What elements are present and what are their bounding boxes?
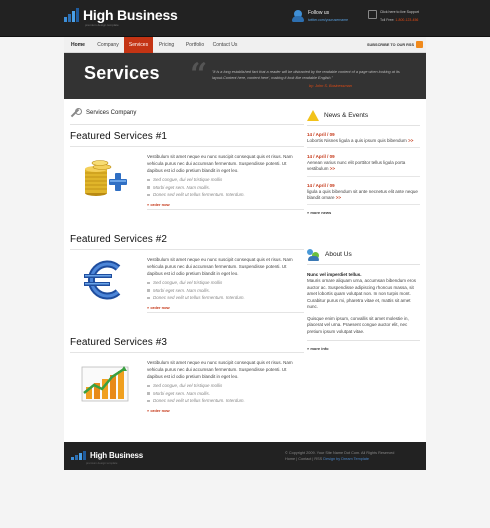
news-text: Aenean varius nunc elit porttitor tellus…	[307, 160, 406, 172]
about-text: Mauris ornare aliquam urna, accumsan bib…	[307, 278, 417, 309]
more-info-link[interactable]: » more info	[307, 346, 420, 351]
list-item: Morbi eget sem. Nam mollis.	[147, 184, 297, 192]
people-icon	[307, 248, 320, 261]
service-features: Sed congue, dui vel tristique mollis Mor…	[147, 382, 297, 405]
nav-services[interactable]: Services	[124, 37, 153, 53]
divider	[307, 264, 420, 265]
footer-logo[interactable]: High Business	[71, 451, 143, 460]
logo-tagline: premium design template	[85, 23, 119, 27]
service-features: Sed congue, dui vel tristique mollis Mor…	[147, 176, 297, 199]
logo-bars-icon	[64, 8, 79, 22]
news-events-panel: News & Events 14 / April / 09 Lobortis N…	[307, 108, 420, 215]
quote-author: by: John S. Businessman	[309, 84, 352, 88]
list-item: Sed congue, dui vel tristique mollis	[147, 176, 297, 184]
about-subtitle: Nunc vel imperdiet tellus.	[307, 272, 362, 277]
divider	[307, 340, 420, 341]
page-banner: Services “ "It is a long established fac…	[64, 53, 426, 99]
service-description: Vestibulum sit amet neque eu nunc suscip…	[147, 154, 293, 173]
service-title: Featured Services #3	[70, 337, 168, 348]
news-date: 14 / April / 09	[307, 182, 335, 188]
rss-subscribe-link[interactable]: SUBSCRIBE TO OUR RSS	[367, 37, 414, 53]
service-title: Featured Services #2	[70, 234, 168, 245]
divider	[70, 124, 304, 125]
nav-pricing[interactable]: Pricing	[153, 37, 180, 53]
news-heading: News & Events	[307, 108, 420, 122]
gold-coins-plus-icon	[85, 160, 127, 196]
service-block-2: Featured Services #2 Vestibulum sit amet…	[70, 234, 304, 313]
divider	[147, 209, 304, 210]
list-item: Sed congue, dui vel tristique mollis	[147, 279, 297, 287]
news-item[interactable]: 14 / April / 09 Lobortis Nisnes ligula a…	[307, 126, 420, 149]
footer-nav-links[interactable]: Home | Contact | RSS	[285, 457, 322, 461]
order-now-link[interactable]: » order now	[147, 202, 170, 207]
news-item[interactable]: 14 / April / 09 ligula a quis bibendum s…	[307, 177, 420, 206]
list-item: Donec sed velit ut tellus fermentum. Int…	[147, 397, 297, 405]
order-now-link[interactable]: » order now	[147, 408, 170, 413]
about-panel: About Us Nunc vel imperdiet tellus. Maur…	[307, 247, 420, 351]
section-heading: Services Company	[70, 108, 136, 118]
euro-icon	[84, 260, 121, 300]
rss-icon[interactable]	[416, 41, 423, 48]
nav-company[interactable]: Company	[92, 37, 124, 53]
divider	[70, 352, 304, 353]
section-heading-label: Services Company	[86, 110, 137, 116]
top-bar: High Business premium design template Fo…	[0, 0, 490, 37]
list-item: Morbi eget sem. Nam mollis.	[147, 287, 297, 295]
list-item: Sed congue, dui vel tristique mollis	[147, 382, 297, 390]
page-title: Services	[84, 63, 160, 83]
twitter-bird-icon	[292, 10, 304, 22]
site-logo[interactable]: High Business	[64, 8, 178, 22]
order-now-link[interactable]: » order now	[147, 305, 170, 310]
list-item: Donec sed velit ut tellus fermentum. Int…	[147, 191, 297, 199]
banner-quote: "It is a long established fact that a re…	[212, 70, 400, 80]
nav-home[interactable]: Home	[64, 37, 92, 53]
divider	[70, 146, 304, 147]
nav-contact[interactable]: Contact Us	[210, 37, 240, 53]
nav-portfolio[interactable]: Portfolio	[180, 37, 210, 53]
logo-text: High Business	[83, 7, 178, 23]
more-news-link[interactable]: » more news	[307, 210, 420, 215]
divider	[70, 249, 304, 250]
about-heading: About Us	[307, 247, 420, 261]
wrench-icon	[70, 108, 82, 118]
list-item: Morbi eget sem. Nam mollis.	[147, 390, 297, 398]
news-text: Lobortis Nisnes ligula a quis ipsum quis…	[307, 138, 414, 143]
about-title: About Us	[325, 250, 352, 258]
follow-link[interactable]: twitter.com/yourusername	[308, 18, 348, 22]
footer-links: Home | Contact | RSS Design by Dream Tem…	[285, 457, 369, 461]
footer: High Business premium design template © …	[64, 442, 426, 470]
support-title[interactable]: Click here to live Support	[380, 10, 419, 14]
content-area: Services Company Featured Services #1 Ve…	[64, 99, 426, 442]
news-title: News & Events	[324, 111, 369, 119]
support-phone: Toll Free: 1-800-123-456	[380, 18, 419, 22]
phone-icon	[368, 10, 377, 19]
designer-link[interactable]: Design by Dream Template	[323, 457, 369, 461]
live-support[interactable]: Click here to live Support Toll Free: 1-…	[368, 10, 419, 22]
twitter-follow[interactable]: Follow us twitter.com/yourusername	[292, 10, 348, 22]
footer-logo-text: High Business	[90, 451, 143, 460]
service-block-1: Featured Services #1 Vestibulum sit amet…	[70, 131, 304, 210]
news-date: 14 / April / 09	[307, 132, 335, 137]
warning-icon	[307, 109, 319, 121]
divider	[147, 312, 304, 313]
service-block-3: Featured Services #3 Vestibulum sit amet…	[70, 337, 304, 413]
main-nav: Home Company Services Pricing Portfolio …	[64, 37, 426, 53]
follow-title: Follow us	[308, 10, 330, 16]
footer-tagline: premium design template	[86, 461, 118, 465]
service-features: Sed congue, dui vel tristique mollis Mor…	[147, 279, 297, 302]
list-item: Donec sed velit ut tellus fermentum. Int…	[147, 294, 297, 302]
news-date: 14 / April / 09	[307, 154, 335, 160]
news-item[interactable]: 14 / April / 09 Aenean varius nunc elit …	[307, 148, 420, 177]
service-description: Vestibulum sit amet neque eu nunc suscip…	[147, 257, 293, 276]
service-title: Featured Services #1	[70, 131, 168, 142]
logo-bars-icon	[71, 451, 86, 460]
service-description: Vestibulum sit amet neque eu nunc suscip…	[147, 360, 293, 379]
growth-chart-icon	[81, 366, 129, 402]
quote-mark-icon: “	[190, 57, 208, 92]
news-text: ligula a quis bibendum sit ante necnetus…	[307, 188, 418, 200]
about-text-2: Quisque enim ipsum, convallis sit amet m…	[307, 315, 409, 334]
